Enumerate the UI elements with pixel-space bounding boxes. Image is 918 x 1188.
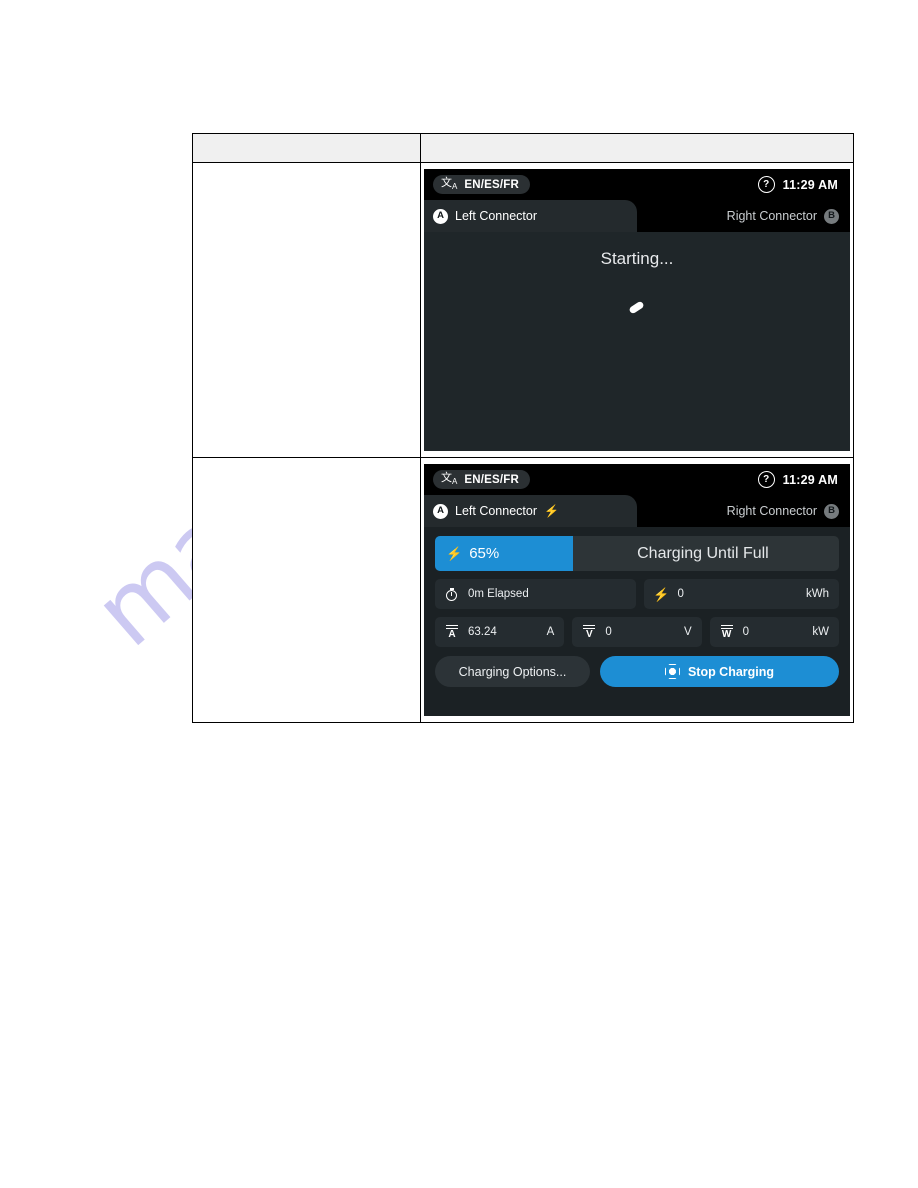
wattmeter-icon: W (720, 624, 734, 640)
charge-percent-label: 65% (469, 545, 500, 562)
loading-spinner-icon (628, 300, 645, 315)
tab-left-connector[interactable]: A Left Connector (424, 200, 637, 232)
voltmeter-icon: V (582, 624, 596, 640)
bolt-icon: ⚡ (653, 586, 670, 602)
connector-badge-b: B (824, 208, 839, 224)
connector-badge-a: A (433, 503, 448, 519)
stop-octagon-icon (664, 664, 680, 679)
tab-left-connector-label: Left Connector (455, 504, 537, 518)
table-header-cell-left (192, 133, 421, 163)
power-value: 0 (742, 626, 750, 638)
tab-right-connector-label: Right Connector (726, 504, 817, 518)
stop-charging-button[interactable]: Stop Charging (600, 656, 839, 687)
translate-icon: 文A (441, 176, 458, 192)
screenshot-cell: 文A EN/ES/FR ? 11:29 AM A Left Connector (420, 162, 854, 458)
current-value: 63.24 (468, 626, 497, 638)
ammeter-icon: A (445, 624, 459, 640)
charging-dashboard: ⚡ 65% Charging Until Full 0m Elapsed ⚡ 0… (424, 527, 850, 716)
screenshot-cell: 文A EN/ES/FR ? 11:29 AM A Left Connector … (420, 457, 854, 723)
language-selector[interactable]: 文A EN/ES/FR (433, 175, 530, 194)
charging-options-label: Charging Options... (458, 664, 567, 679)
note-cell (192, 457, 421, 723)
energy-delivered-tile: ⚡ 0 kWh (644, 579, 839, 609)
current-tile: A 63.24 A (435, 617, 565, 647)
connector-tabs: A Left Connector Right Connector B (424, 200, 850, 232)
stopwatch-icon (445, 587, 459, 601)
help-icon[interactable]: ? (757, 471, 775, 488)
charging-options-button[interactable]: Charging Options... (435, 656, 590, 687)
charger-screen-charging: 文A EN/ES/FR ? 11:29 AM A Left Connector … (424, 464, 850, 716)
translate-icon: 文A (441, 471, 458, 487)
connector-badge-a: A (433, 208, 448, 224)
table-header-cell-right (420, 133, 854, 163)
status-bar: 文A EN/ES/FR ? 11:29 AM (424, 169, 850, 200)
note-cell (192, 162, 421, 458)
charger-screen-starting: 文A EN/ES/FR ? 11:29 AM A Left Connector (424, 169, 850, 451)
table-row: 文A EN/ES/FR ? 11:29 AM A Left Connector … (192, 457, 854, 723)
tab-left-connector-label: Left Connector (455, 209, 537, 223)
voltage-tile: V 0 V (572, 617, 702, 647)
connector-badge-b: B (824, 503, 839, 519)
language-label: EN/ES/FR (464, 178, 519, 191)
tab-right-connector[interactable]: Right Connector B (637, 495, 850, 527)
energy-delivered-unit: kWh (806, 588, 829, 600)
voltmeter-letter: V (585, 628, 593, 640)
energy-delivered-value: 0 (677, 588, 684, 600)
tab-right-connector[interactable]: Right Connector B (637, 200, 850, 232)
metrics-row-1: 0m Elapsed ⚡ 0 kWh (435, 579, 839, 609)
language-selector[interactable]: 文A EN/ES/FR (433, 470, 530, 489)
language-label: EN/ES/FR (464, 473, 519, 486)
tab-right-connector-label: Right Connector (726, 209, 817, 223)
charge-progress-fill: ⚡ 65% (435, 536, 573, 571)
table-header-row (192, 133, 854, 163)
voltage-unit: V (683, 626, 692, 638)
current-unit: A (546, 626, 555, 638)
status-right-group: ? 11:29 AM (757, 471, 838, 488)
status-right-group: ? 11:29 AM (757, 176, 838, 193)
clock-label: 11:29 AM (782, 472, 838, 487)
starting-title: Starting... (600, 249, 674, 268)
status-bar: 文A EN/ES/FR ? 11:29 AM (424, 464, 850, 495)
wattmeter-letter: W (721, 628, 732, 640)
clock-label: 11:29 AM (782, 177, 838, 192)
power-tile: W 0 kW (709, 617, 839, 647)
connector-tabs: A Left Connector ⚡ Right Connector B (424, 495, 850, 527)
metrics-row-2: A 63.24 A V 0 V W 0 kW (435, 617, 839, 647)
elapsed-time-tile: 0m Elapsed (435, 579, 637, 609)
ammeter-letter: A (448, 628, 456, 640)
charge-status-label: Charging Until Full (637, 544, 769, 562)
document-table: 文A EN/ES/FR ? 11:29 AM A Left Connector (192, 133, 854, 723)
bolt-icon: ⚡ (446, 546, 463, 561)
power-unit: kW (812, 626, 829, 638)
elapsed-time-value: 0m Elapsed (468, 588, 529, 600)
charging-bolt-icon: ⚡ (544, 504, 559, 518)
stop-charging-label: Stop Charging (687, 664, 775, 679)
charge-progress-bar: ⚡ 65% Charging Until Full (435, 536, 839, 571)
help-icon[interactable]: ? (757, 176, 775, 193)
voltage-value: 0 (605, 626, 612, 638)
tab-left-connector[interactable]: A Left Connector ⚡ (424, 495, 637, 527)
starting-body: Starting... (424, 232, 850, 451)
table-row: 文A EN/ES/FR ? 11:29 AM A Left Connector (192, 162, 854, 458)
action-buttons: Charging Options... Stop Charging (435, 656, 839, 687)
